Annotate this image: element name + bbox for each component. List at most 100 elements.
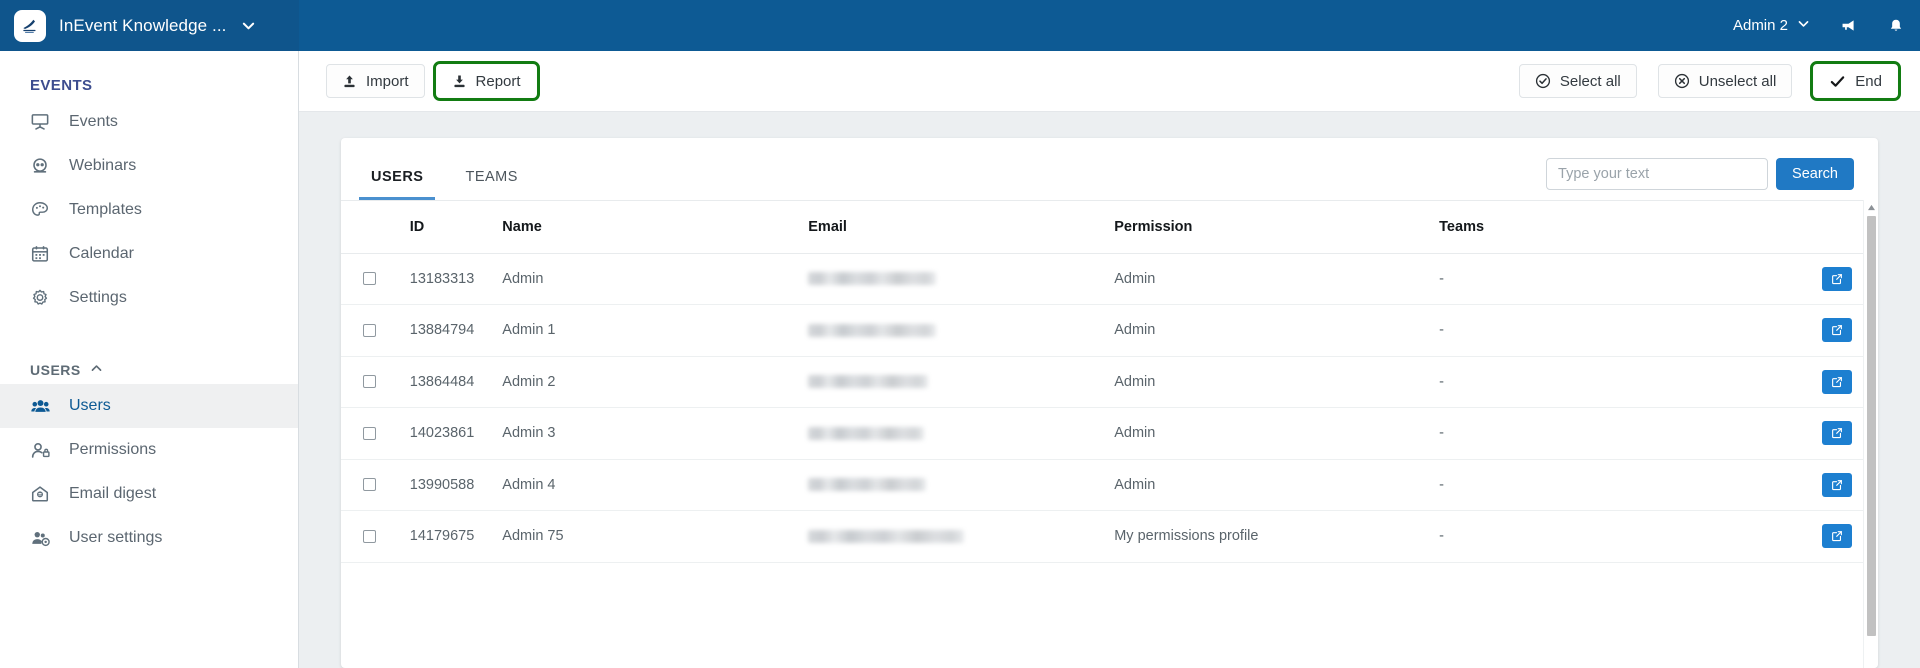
sidebar-section-events-title: EVENTS	[30, 77, 93, 94]
table-row[interactable]: 13183313 Admin Admin -	[341, 253, 1878, 305]
row-checkbox[interactable]	[363, 375, 376, 389]
row-edit-button[interactable]	[1822, 266, 1852, 291]
table-header-row: ID Name Email Permission Teams	[341, 201, 1878, 254]
row-checkbox[interactable]	[363, 272, 376, 286]
row-actions-cell	[1735, 253, 1878, 305]
users-gear-icon	[30, 528, 56, 549]
column-header-teams: Teams	[1439, 201, 1736, 254]
row-edit-button[interactable]	[1822, 524, 1852, 549]
users-card: USERS TEAMS Search ID Name Email	[341, 138, 1878, 668]
report-button-label: Report	[475, 72, 521, 90]
row-select-cell	[341, 356, 410, 408]
row-name-cell: Admin 4	[502, 459, 809, 511]
end-button-label: End	[1855, 72, 1882, 90]
users-table-head: ID Name Email Permission Teams	[341, 201, 1878, 254]
row-name-cell: Admin 75	[502, 510, 809, 563]
row-permission-cell: Admin	[1114, 304, 1440, 357]
search-button[interactable]: Search	[1776, 158, 1854, 190]
sidebar-item-label: Email digest	[69, 485, 157, 502]
row-actions-cell	[1735, 304, 1878, 357]
scrollbar-thumb[interactable]	[1867, 216, 1876, 636]
table-row[interactable]: 13864484 Admin 2 Admin -	[341, 356, 1878, 408]
row-id-cell: 13990588	[409, 459, 503, 511]
row-email-cell	[808, 510, 1115, 563]
row-name-cell: Admin 2	[502, 356, 809, 408]
sidebar-item-templates[interactable]: Templates	[0, 188, 298, 232]
row-teams-cell: -	[1439, 510, 1736, 563]
sidebar-item-user-settings[interactable]: User settings	[0, 516, 298, 560]
end-button[interactable]: End	[1810, 61, 1901, 101]
row-permission-cell: My permissions profile	[1114, 510, 1440, 563]
x-circle-icon	[1674, 73, 1690, 89]
column-header-select	[341, 201, 410, 254]
table-row[interactable]: 14023861 Admin 3 Admin -	[341, 407, 1878, 460]
row-checkbox[interactable]	[363, 529, 376, 543]
row-teams-cell: -	[1439, 253, 1736, 305]
report-button[interactable]: Report	[432, 61, 540, 101]
brand-name: InEvent Knowledge ...	[59, 15, 227, 35]
row-edit-button[interactable]	[1822, 369, 1852, 394]
column-header-email: Email	[808, 201, 1115, 254]
row-email-cell	[808, 253, 1115, 305]
sidebar-item-settings[interactable]: Settings	[0, 276, 298, 320]
projector-screen-icon	[30, 112, 56, 132]
table-row[interactable]: 13990588 Admin 4 Admin -	[341, 459, 1878, 511]
sidebar: EVENTS Events Webinars Templates Calenda…	[0, 51, 299, 668]
row-checkbox[interactable]	[363, 478, 376, 492]
sidebar-item-users[interactable]: Users	[0, 384, 298, 428]
row-email-cell	[808, 459, 1115, 511]
sidebar-item-events[interactable]: Events	[0, 100, 298, 144]
row-edit-button[interactable]	[1822, 421, 1852, 446]
edit-external-icon	[1832, 531, 1842, 542]
table-row[interactable]: 13884794 Admin 1 Admin -	[341, 304, 1878, 357]
user-lock-icon	[30, 440, 56, 461]
row-select-cell	[341, 407, 410, 460]
row-id-cell: 14023861	[409, 407, 503, 460]
table-scrollbar[interactable]	[1863, 200, 1878, 668]
sidebar-item-label: Permissions	[69, 441, 157, 458]
row-edit-button[interactable]	[1822, 318, 1852, 343]
edit-external-icon	[1832, 479, 1842, 490]
chevron-down-icon[interactable]	[241, 18, 256, 33]
unselect-all-button-label: Unselect all	[1698, 72, 1777, 90]
edit-external-icon	[1832, 325, 1842, 336]
select-all-button-label: Select all	[1559, 72, 1621, 90]
row-teams-cell: -	[1439, 356, 1736, 408]
app-root: InEvent Knowledge ... Admin 2 EVENTS Eve…	[0, 0, 1920, 668]
top-bar-right-group: Admin 2	[1723, 0, 1920, 51]
row-edit-button[interactable]	[1822, 472, 1852, 497]
row-actions-cell	[1735, 459, 1878, 511]
row-checkbox[interactable]	[363, 323, 376, 337]
sidebar-section-users-title[interactable]: USERS	[0, 342, 298, 384]
sidebar-item-permissions[interactable]: Permissions	[0, 428, 298, 472]
card-header: USERS TEAMS Search	[341, 138, 1878, 200]
select-all-button[interactable]: Select all	[1518, 64, 1637, 98]
users-table-body: 13183313 Admin Admin -13884794 Admin 1 Admin -…	[341, 253, 1878, 563]
chevron-up-icon[interactable]	[90, 362, 103, 378]
sidebar-item-label: Webinars	[69, 157, 137, 174]
row-permission-cell: Admin	[1114, 407, 1440, 460]
tab-bar: USERS TEAMS	[359, 138, 548, 200]
row-actions-cell	[1735, 356, 1878, 408]
row-id-cell: 13864484	[409, 356, 503, 408]
unselect-all-button[interactable]: Unselect all	[1657, 64, 1793, 98]
account-menu[interactable]: Admin 2	[1723, 0, 1824, 51]
row-permission-cell: Admin	[1114, 253, 1440, 305]
table-row[interactable]: 14179675 Admin 75 My permissions profile -	[341, 510, 1878, 563]
row-actions-cell	[1735, 510, 1878, 563]
megaphone-icon[interactable]	[1824, 0, 1872, 51]
sidebar-item-label: Users	[69, 397, 111, 414]
triangle-up-icon[interactable]	[1864, 200, 1878, 214]
sidebar-item-webinars[interactable]: Webinars	[0, 144, 298, 188]
sidebar-item-email-digest[interactable]: Email digest	[0, 472, 298, 516]
tab-users[interactable]: USERS	[359, 169, 436, 200]
brand-switcher[interactable]: InEvent Knowledge ...	[0, 0, 299, 51]
import-button[interactable]: Import	[326, 64, 425, 98]
sidebar-item-calendar[interactable]: Calendar	[0, 232, 298, 276]
search-input[interactable]	[1546, 158, 1769, 190]
users-group-icon	[30, 396, 56, 417]
row-checkbox[interactable]	[363, 426, 376, 440]
bell-icon[interactable]	[1872, 0, 1920, 51]
tab-teams[interactable]: TEAMS	[453, 169, 529, 200]
account-label: Admin 2	[1732, 17, 1788, 34]
